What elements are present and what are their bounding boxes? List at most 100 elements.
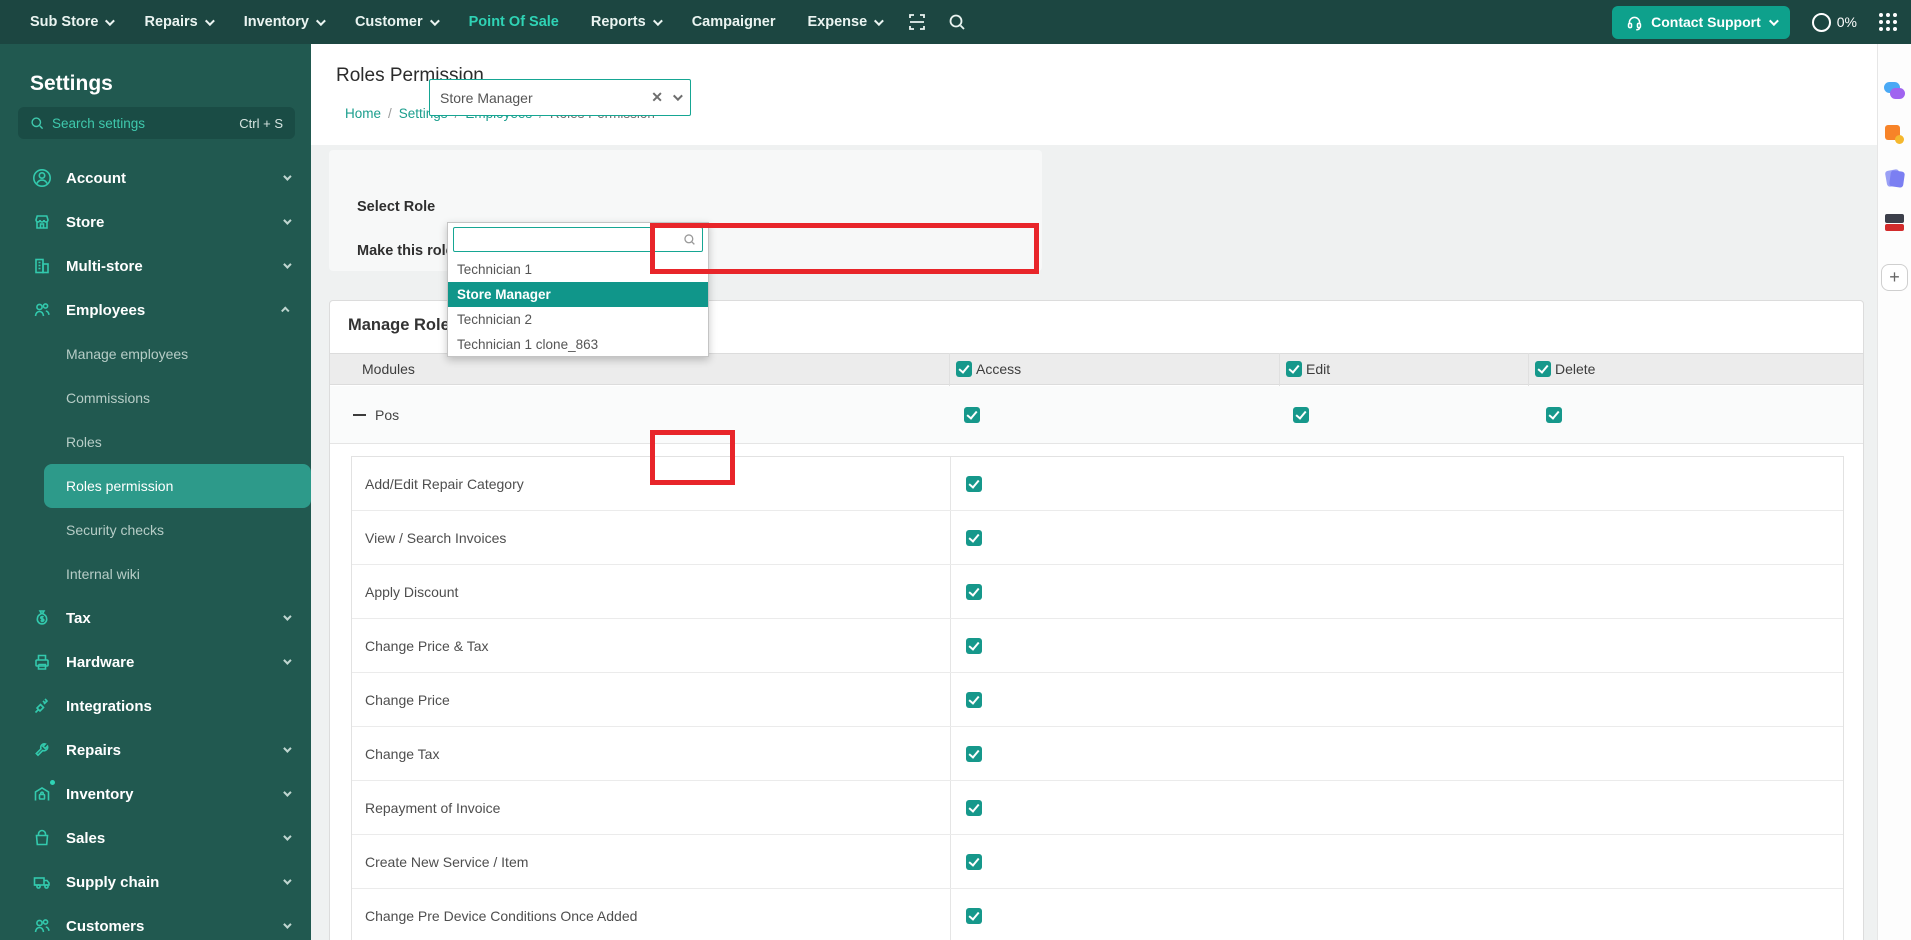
chevron-down-icon	[283, 744, 292, 753]
nav-point-of-sale[interactable]: Point Of Sale	[453, 14, 575, 30]
sidebar-item-store[interactable]: Store	[0, 200, 311, 244]
sidebar-item-internal-wiki[interactable]: Internal wiki	[0, 552, 311, 596]
sidebar-item-supply-chain[interactable]: Supply chain	[0, 860, 311, 904]
search-icon	[684, 234, 695, 245]
chevron-down-icon	[283, 656, 292, 665]
column-modules: Modules	[362, 361, 415, 377]
headset-icon	[1627, 16, 1642, 30]
pos-access-checkbox[interactable]	[964, 407, 980, 423]
permission-checkbox[interactable]	[966, 638, 982, 654]
chat-extension-icon[interactable]	[1883, 80, 1906, 102]
sidebar-item-roles[interactable]: Roles	[0, 420, 311, 464]
chevron-down-icon	[204, 15, 215, 26]
permission-checkbox[interactable]	[966, 746, 982, 762]
browser-side-rail: +	[1877, 44, 1911, 940]
clear-icon[interactable]: ✕	[651, 89, 663, 106]
sidebar-item-account[interactable]: Account	[0, 156, 311, 200]
permission-row: Change Price	[352, 673, 1843, 727]
dropdown-option[interactable]: Technician 1 clone_863	[448, 332, 708, 357]
dropdown-option[interactable]: Technician 2	[448, 307, 708, 332]
pos-delete-checkbox[interactable]	[1546, 407, 1562, 423]
chevron-down-icon	[283, 876, 292, 885]
sidebar-item-label: Repairs	[66, 741, 122, 759]
permission-row: Repayment of Invoice	[352, 781, 1843, 835]
permission-checkbox[interactable]	[966, 584, 982, 600]
usage-percent: 0%	[1836, 14, 1857, 30]
pos-edit-checkbox[interactable]	[1293, 407, 1309, 423]
permission-checkbox[interactable]	[966, 692, 982, 708]
cards-extension-icon[interactable]	[1884, 168, 1906, 190]
sidebar-item-label: Account	[66, 169, 126, 187]
nav-sub-store[interactable]: Sub Store	[14, 14, 128, 30]
warehouse-icon	[34, 787, 50, 801]
nav-expense[interactable]: Expense	[792, 14, 898, 30]
dropdown-option-selected[interactable]: Store Manager	[448, 282, 708, 307]
edit-all-checkbox[interactable]	[1286, 361, 1302, 377]
notification-dot	[50, 780, 55, 785]
nav-label: Inventory	[243, 14, 309, 30]
sidebar-item-manage-employees[interactable]: Manage employees	[0, 332, 311, 376]
nav-label: Point Of Sale	[468, 14, 559, 30]
sidebar-item-multi-store[interactable]: Multi-store	[0, 244, 311, 288]
chevron-down-icon	[283, 612, 292, 621]
breadcrumb-home[interactable]: Home	[345, 106, 381, 121]
chevron-down-icon	[283, 216, 292, 225]
permissions-sub-table: Add/Edit Repair Category View / Search I…	[351, 456, 1844, 940]
manage-roles-title: Manage Roles	[348, 316, 459, 334]
permission-checkbox[interactable]	[966, 800, 982, 816]
sidebar-item-employees[interactable]: Employees	[0, 288, 311, 332]
nav-inventory[interactable]: Inventory	[228, 14, 339, 30]
collapse-icon[interactable]	[353, 414, 366, 416]
search-placeholder: Search settings	[52, 115, 146, 131]
permission-checkbox[interactable]	[966, 854, 982, 870]
permission-checkbox[interactable]	[966, 530, 982, 546]
chevron-down-icon	[672, 91, 683, 102]
sidebar-item-security-checks[interactable]: Security checks	[0, 508, 311, 552]
sidebar-item-roles-permission[interactable]: Roles permission	[44, 464, 311, 508]
sidebar-item-customers[interactable]: Customers	[0, 904, 311, 940]
permission-row: Apply Discount	[352, 565, 1843, 619]
sidebar-item-integrations[interactable]: Integrations	[0, 684, 311, 728]
stack-extension-icon[interactable]	[1884, 212, 1906, 234]
nav-reports[interactable]: Reports	[575, 14, 676, 30]
access-all-checkbox[interactable]	[956, 361, 972, 377]
sidebar-item-label: Inventory	[66, 785, 134, 803]
sidebar-title: Settings	[30, 72, 113, 95]
nav-repairs[interactable]: Repairs	[128, 14, 227, 30]
permission-row: View / Search Invoices	[352, 511, 1843, 565]
dropdown-option[interactable]: Technician 1	[448, 257, 708, 282]
sidebar-item-repairs[interactable]: Repairs	[0, 728, 311, 772]
barcode-scan-icon[interactable]	[907, 12, 927, 32]
role-select[interactable]: Store Manager ✕	[429, 79, 691, 116]
truck-icon	[33, 877, 50, 889]
sidebar-item-sales[interactable]: Sales	[0, 816, 311, 860]
contact-support-label: Contact Support	[1651, 14, 1761, 30]
role-select-value: Store Manager	[440, 89, 533, 106]
sidebar-item-label: Integrations	[66, 697, 152, 715]
settings-search-input[interactable]: Search settings Ctrl + S	[18, 107, 295, 139]
contact-support-button[interactable]: Contact Support	[1612, 5, 1790, 39]
column-access: Access	[956, 354, 1021, 384]
apps-grid-icon[interactable]	[1879, 13, 1897, 31]
add-extension-button[interactable]: +	[1881, 264, 1908, 291]
permission-checkbox[interactable]	[966, 908, 982, 924]
search-icon[interactable]	[947, 12, 967, 32]
search-shortcut: Ctrl + S	[239, 115, 283, 131]
sidebar-item-inventory[interactable]: Inventory	[0, 772, 311, 816]
usage-indicator[interactable]: 0%	[1811, 12, 1857, 32]
sidebar-item-hardware[interactable]: Hardware	[0, 640, 311, 684]
sidebar-item-commissions[interactable]: Commissions	[0, 376, 311, 420]
chevron-down-icon	[105, 15, 116, 26]
chevron-down-icon	[283, 172, 292, 181]
sidebar-item-label: Multi-store	[66, 257, 143, 275]
nav-customer[interactable]: Customer	[339, 14, 453, 30]
permission-checkbox[interactable]	[966, 476, 982, 492]
sidebar-item-tax[interactable]: Tax	[0, 596, 311, 640]
dropdown-search-input[interactable]	[453, 227, 703, 252]
chevron-down-icon	[1768, 15, 1779, 26]
orange-extension-icon[interactable]	[1884, 124, 1906, 146]
nav-campaigner[interactable]: Campaigner	[676, 14, 792, 30]
printer-icon	[35, 654, 49, 670]
app-root: Sub Store Repairs Inventory Customer Poi…	[0, 0, 1911, 940]
delete-all-checkbox[interactable]	[1535, 361, 1551, 377]
